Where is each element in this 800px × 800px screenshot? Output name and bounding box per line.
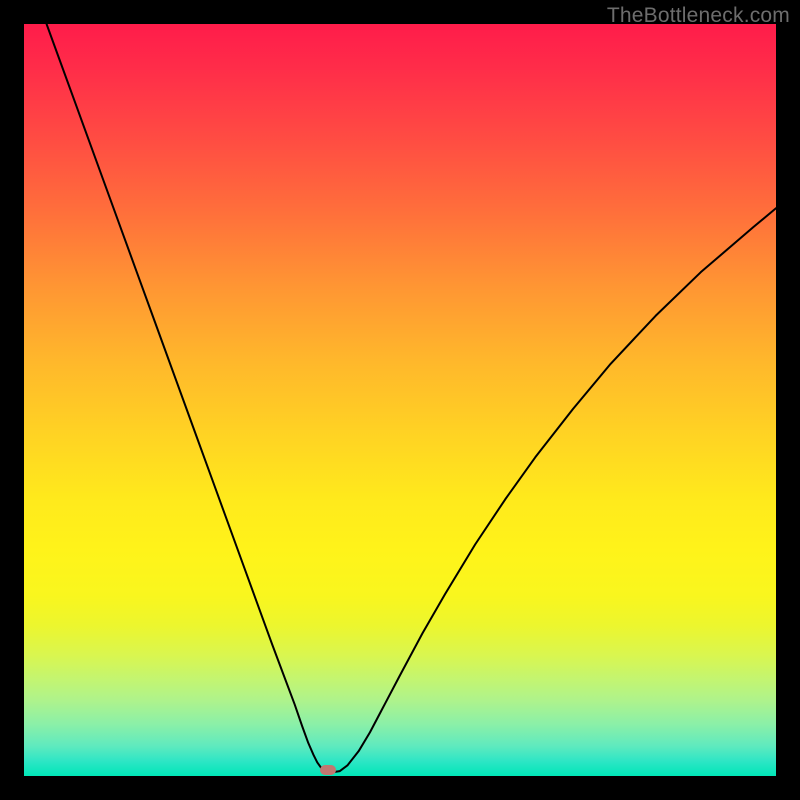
optimal-point-marker [320, 765, 336, 775]
bottleneck-curve [47, 24, 776, 772]
plot-area [24, 24, 776, 776]
watermark-text: TheBottleneck.com [607, 4, 790, 28]
curve-layer [24, 24, 776, 776]
chart-frame: TheBottleneck.com [0, 0, 800, 800]
